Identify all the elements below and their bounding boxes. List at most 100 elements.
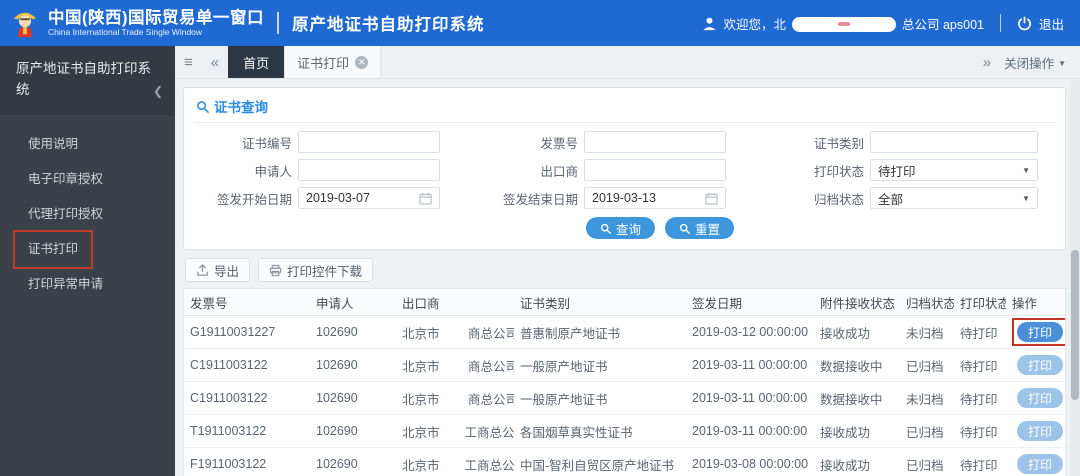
search-button[interactable]: 查询: [586, 217, 656, 239]
sidebar-item[interactable]: 电子印章授权: [0, 160, 175, 195]
chevron-left-icon[interactable]: ❮: [153, 82, 163, 101]
cert-no-input[interactable]: [298, 131, 440, 153]
cell-attach-status: 接收成功: [820, 458, 871, 473]
print-button[interactable]: 打印: [1017, 322, 1063, 342]
sidebar-item[interactable]: 证书打印: [0, 229, 175, 269]
tab-home-label: 首页: [243, 55, 270, 71]
print-button[interactable]: 打印: [1017, 355, 1063, 375]
select-caret-icon: ▼: [1022, 165, 1030, 175]
start-date-value: 2019-03-07: [306, 191, 370, 205]
exporter-input[interactable]: [584, 159, 726, 181]
invoice-no-label: 发票号: [540, 136, 578, 151]
scroll-tabs-left-icon[interactable]: «: [202, 46, 228, 78]
cell-invoice-no: T1911003122: [190, 424, 267, 438]
sidebar-item[interactable]: 使用说明: [0, 125, 175, 160]
field-start-date: 签发开始日期 2019-03-07: [194, 186, 452, 210]
print-button[interactable]: 打印: [1017, 421, 1063, 441]
vertical-scrollbar[interactable]: [1070, 80, 1080, 476]
panel-title: 证书查询: [214, 100, 268, 115]
tab-close-icon[interactable]: ✕: [355, 55, 369, 69]
scroll-tabs-right-icon[interactable]: »: [974, 46, 1000, 78]
print-status-value: 待打印: [878, 164, 916, 179]
cert-type-label: 证书类别: [813, 136, 864, 151]
close-operations-dropdown[interactable]: 关闭操作 ▼: [1000, 46, 1080, 78]
calendar-icon[interactable]: [419, 192, 432, 205]
app-window: 中国(陕西)国际贸易单一窗口 China International Trade…: [0, 0, 1080, 476]
cell-operation: 打印: [1006, 417, 1065, 445]
cell-issue-date: 2019-03-11 00:00:00: [692, 391, 808, 405]
search-icon: [679, 223, 690, 234]
cell-attach-status: 接收成功: [820, 326, 871, 341]
cell-invoice-no: C1911003122: [190, 391, 268, 405]
cell-exporter: 北京市 商总公司: [402, 326, 514, 341]
sidebar: 原产地证书自助打印系统 ❮ 使用说明 电子印章授权 代理打印授权 证书打印 打印…: [0, 46, 175, 476]
cell-archive-status: 已归档: [906, 425, 944, 440]
print-control-download-label: 打印控件下载: [287, 264, 363, 279]
sidebar-title[interactable]: 原产地证书自助打印系统 ❮: [0, 46, 175, 115]
user-icon: [703, 17, 717, 30]
field-cert-type: 证书类别: [740, 130, 1055, 154]
tab-strip: ≡ « 首页 证书打印 ✕ » 关闭操作 ▼: [175, 46, 1080, 79]
end-date-value: 2019-03-13: [592, 191, 656, 205]
content-area: 证书查询 证书编号 发票号 证书类别 申请人 出口商 打印状态 待打印 ▼ 签发…: [175, 79, 1080, 476]
invoice-no-input[interactable]: [584, 131, 726, 153]
logout-label: 退出: [1038, 17, 1064, 32]
cell-applicant: 102690: [316, 424, 358, 438]
export-button[interactable]: 导出: [185, 258, 251, 282]
reset-button[interactable]: 重置: [665, 217, 735, 239]
cell-operation: 打印: [1006, 351, 1065, 379]
print-button-annotation-box: 打印: [1012, 450, 1065, 476]
search-icon: [600, 223, 611, 234]
brand-block: 中国(陕西)国际贸易单一窗口 China International Trade…: [48, 9, 264, 37]
reset-button-label: 重置: [695, 222, 721, 237]
sidebar-item-label: 打印异常申请: [28, 276, 104, 291]
scrollbar-thumb[interactable]: [1071, 250, 1079, 400]
print-status-select[interactable]: 待打印 ▼: [870, 159, 1038, 181]
cell-applicant: 102690: [316, 391, 358, 405]
user-welcome: 欢迎您，北 总公司 aps001: [702, 14, 984, 33]
field-print-status: 打印状态 待打印 ▼: [740, 158, 1055, 182]
cert-no-label: 证书编号: [241, 136, 292, 151]
header-divider: [277, 12, 279, 34]
cert-type-input[interactable]: [870, 131, 1038, 153]
field-invoice-no: 发票号: [452, 130, 740, 154]
cell-archive-status: 未归档: [906, 392, 944, 407]
cell-applicant: 102690: [316, 457, 358, 471]
tab-home[interactable]: 首页: [228, 46, 285, 78]
field-applicant: 申请人: [194, 158, 452, 182]
sidebar-item[interactable]: 打印异常申请: [0, 265, 175, 300]
sidebar-item[interactable]: 代理打印授权: [0, 195, 175, 230]
cell-applicant: 102690: [316, 358, 358, 372]
table-column-header: 附件接收状态: [820, 296, 896, 311]
start-date-input[interactable]: 2019-03-07: [298, 187, 440, 209]
brand-subtitle: China International Trade Single Window: [48, 26, 203, 37]
print-button-annotation-box: 打印: [1012, 318, 1065, 346]
cell-attach-status: 接收成功: [820, 425, 871, 440]
logout-button[interactable]: 退出: [1017, 14, 1064, 33]
sidebar-nav: 使用说明 电子印章授权 代理打印授权 证书打印 打印异常申请: [0, 115, 175, 300]
print-button[interactable]: 打印: [1017, 388, 1063, 408]
archive-status-label: 归档状态: [813, 192, 864, 207]
print-control-download-button[interactable]: 打印控件下载: [258, 258, 374, 282]
redaction-blob: [792, 16, 896, 32]
applicant-input[interactable]: [298, 159, 440, 181]
search-button-label: 查询: [616, 222, 642, 237]
archive-status-select[interactable]: 全部 ▼: [870, 187, 1038, 209]
hamburger-menu-icon[interactable]: ≡: [175, 46, 202, 78]
chevron-down-icon: ▼: [1058, 58, 1066, 68]
print-button[interactable]: 打印: [1017, 454, 1063, 474]
cell-exporter: 北京市 商总公司: [402, 392, 514, 407]
query-form: 证书编号 发票号 证书类别 申请人 出口商 打印状态 待打印 ▼ 签发开始日期 …: [194, 130, 1055, 210]
end-date-input[interactable]: 2019-03-13: [584, 187, 726, 209]
table-column-header: 证书类别: [520, 296, 571, 311]
calendar-icon[interactable]: [705, 192, 718, 205]
table-row: F1911003122 102690 北京市 工商总公司 中国-智利自贸区原产地…: [184, 448, 1065, 476]
export-button-label: 导出: [214, 264, 240, 279]
field-cert-no: 证书编号: [194, 130, 452, 154]
table-column-header: 签发日期: [692, 296, 743, 311]
tab-certificate-print[interactable]: 证书打印 ✕: [284, 46, 382, 78]
tab-active-label: 证书打印: [297, 55, 350, 71]
cell-print-status: 待打印: [960, 326, 998, 341]
cell-issue-date: 2019-03-11 00:00:00: [692, 424, 808, 438]
cell-cert-type: 普惠制原产地证书: [520, 326, 621, 341]
